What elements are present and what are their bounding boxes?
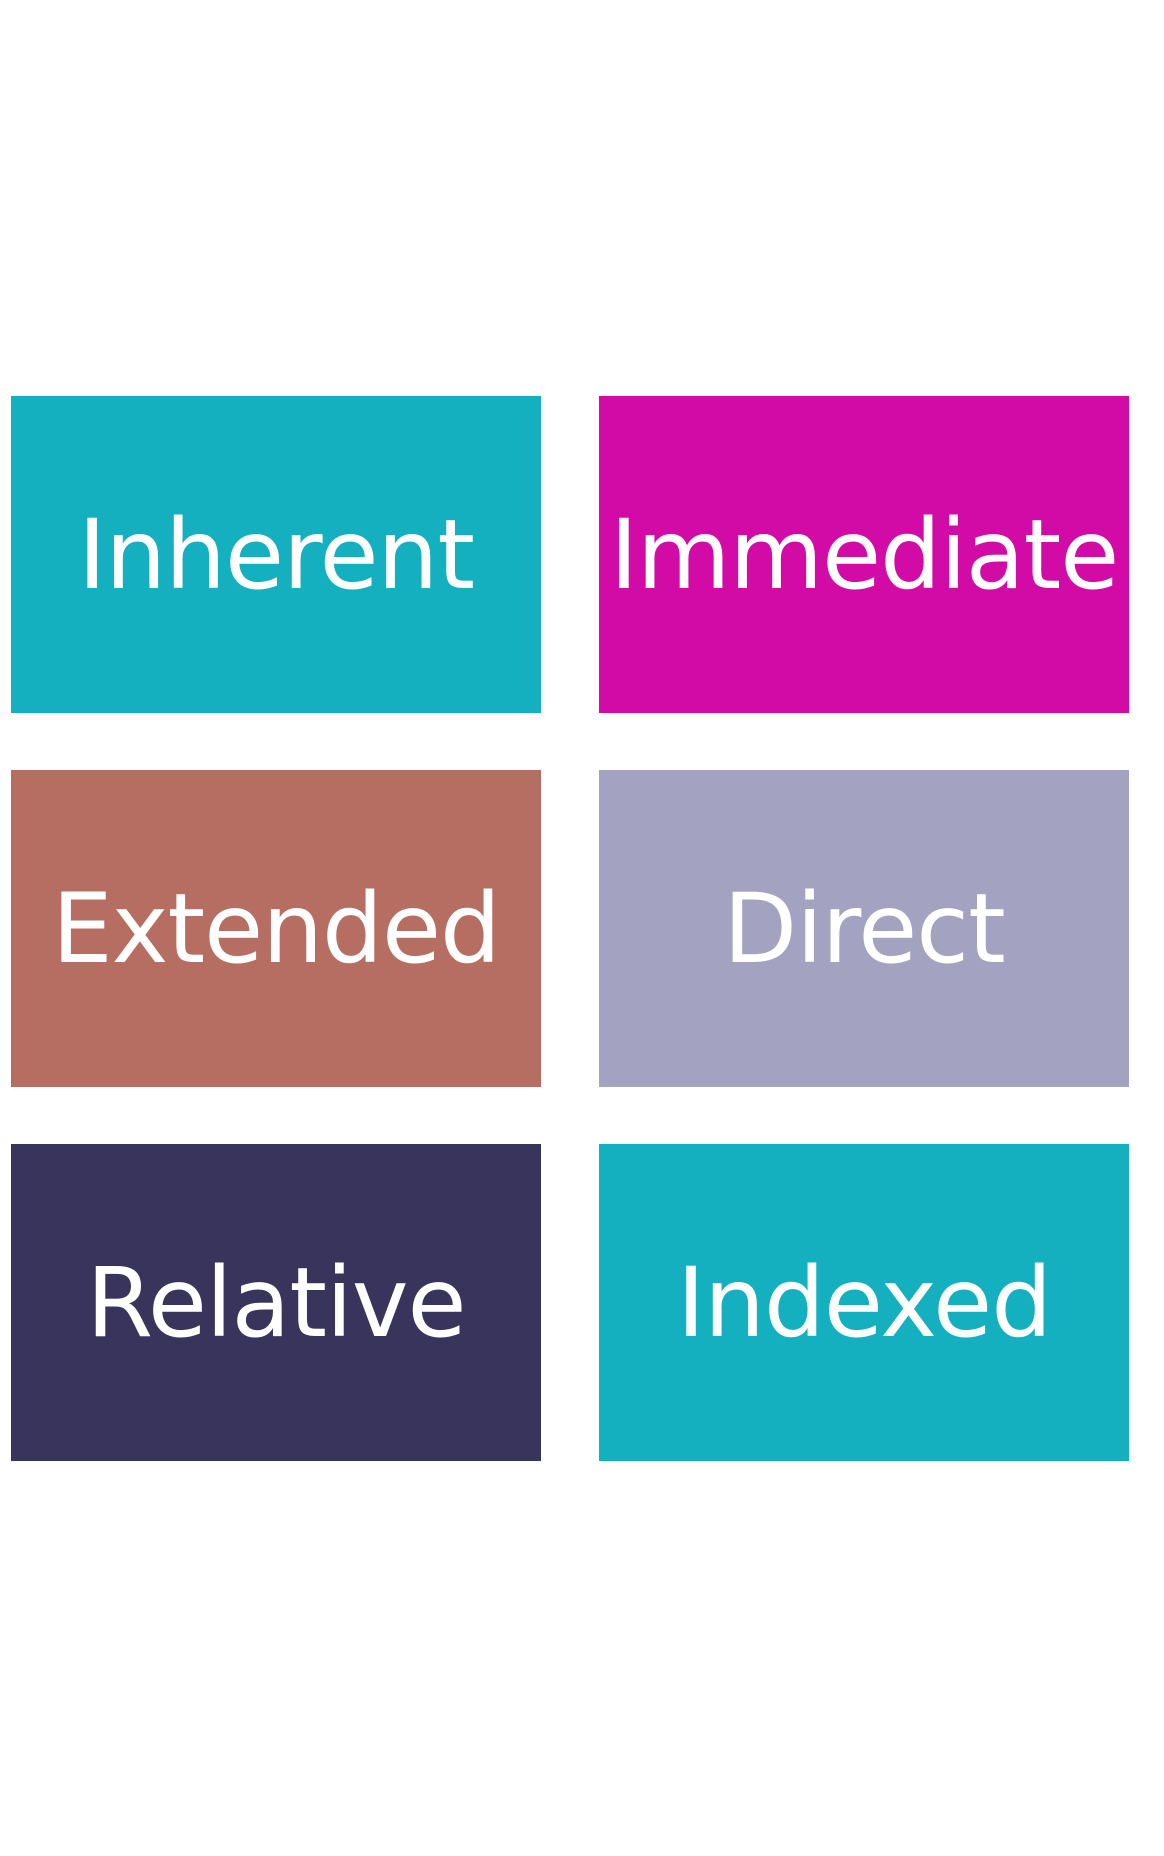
tile-extended: Extended bbox=[11, 770, 541, 1087]
tile-label: Indexed bbox=[676, 1246, 1052, 1359]
addressing-modes-grid: Inherent Immediate Extended Direct Relat… bbox=[11, 396, 1129, 1461]
tile-label: Relative bbox=[86, 1246, 466, 1359]
tile-indexed: Indexed bbox=[599, 1144, 1129, 1461]
tile-label: Immediate bbox=[609, 498, 1120, 611]
tile-label: Inherent bbox=[78, 498, 475, 611]
tile-direct: Direct bbox=[599, 770, 1129, 1087]
tile-inherent: Inherent bbox=[11, 396, 541, 713]
tile-immediate: Immediate bbox=[599, 396, 1129, 713]
tile-label: Direct bbox=[723, 872, 1005, 985]
tile-relative: Relative bbox=[11, 1144, 541, 1461]
tile-label: Extended bbox=[52, 872, 501, 985]
